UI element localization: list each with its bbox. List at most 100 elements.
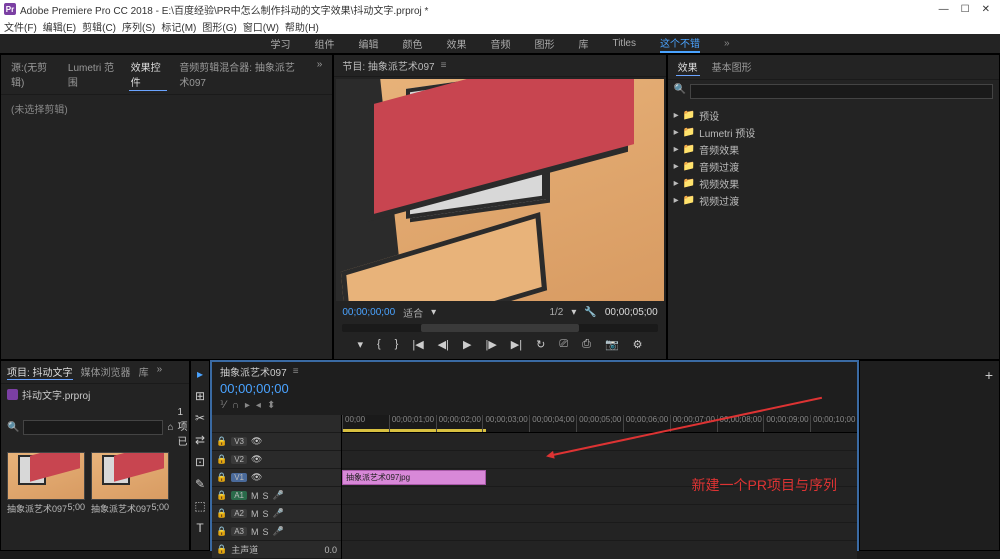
tab-library[interactable]: 库 [139,364,149,380]
menu-edit[interactable]: 编辑(E) [43,19,76,34]
export-frame-icon[interactable]: ⎙ [582,338,591,351]
app-icon: Pr [4,3,16,15]
selection-tool-icon[interactable]: ▸ [197,367,203,381]
add-button[interactable]: + [985,367,993,383]
bin-item[interactable]: 抽象派艺术0975;00 [7,452,85,515]
tab-effect-controls[interactable]: 效果控件 [129,58,168,91]
tl-opt-marker[interactable]: ▸ [245,400,250,411]
ws-edit[interactable]: 编辑 [358,36,378,51]
mic-icon: 🎤 [273,508,284,519]
fx-audio-effects[interactable]: ▸📁音频效果 [674,141,993,158]
track-a3[interactable]: 🔒A3MS🎤 [212,523,341,541]
track-v1[interactable]: 🔒V1👁 [212,469,341,487]
ws-learn[interactable]: 学习 [270,36,290,51]
go-out-icon[interactable]: ▶| [511,338,522,351]
menu-graphics[interactable]: 图形(G) [202,19,236,34]
extract-icon[interactable]: ⎚ [559,338,568,351]
fx-audio-trans[interactable]: ▸📁音频过渡 [674,158,993,175]
fx-video-effects[interactable]: ▸📁视频效果 [674,175,993,192]
ws-titles[interactable]: Titles [612,38,636,49]
track-a2[interactable]: 🔒A2MS🎤 [212,505,341,523]
eye-icon: 👁 [251,454,262,465]
time-ruler[interactable]: 00;00 00;00;01;00 00;00;02;00 00;00;03;0… [342,415,857,433]
in-point-icon[interactable]: { [377,338,381,351]
track-a1[interactable]: 🔒A1MS🎤 [212,487,341,505]
razor-tool-icon[interactable]: ⇄ [195,433,205,447]
timeline-tracks[interactable]: 00;00 00;00;01;00 00;00;02;00 00;00;03;0… [342,415,857,559]
menu-help[interactable]: 帮助(H) [285,19,319,34]
search-icon: 🔍 [7,422,19,433]
ws-graphics[interactable]: 图形 [534,36,554,51]
lock-icon: 🔒 [216,436,227,447]
effects-search-input[interactable] [690,84,993,99]
tab-audio-clip-mixer[interactable]: 音频剪辑混合器: 抽象派艺术097 [177,58,304,91]
panel-menu-icon[interactable]: » [157,364,163,380]
ripple-tool-icon[interactable]: ✂ [195,411,205,425]
marker-icon[interactable]: ▾ [357,338,363,351]
bin-item[interactable]: 抽象派艺术0975;00 [91,452,169,515]
ws-assembly[interactable]: 组件 [314,36,334,51]
menu-file[interactable]: 文件(F) [4,19,37,34]
program-menu-icon[interactable]: ≡ [441,60,447,71]
hand-tool-icon[interactable]: ⬚ [194,499,205,513]
program-panel: 节目: 抽象派艺术097 ≡ 00;00;00;00 适合 ▾ 1/2 ▾ 🔧 … [333,54,666,360]
track-v3[interactable]: 🔒V3👁 [212,433,341,451]
ws-overflow-icon[interactable]: » [724,38,730,49]
tl-opt-link[interactable]: ∩ [232,400,239,411]
program-fit[interactable]: 适合 [403,305,423,320]
tl-opt-wrench[interactable]: ⬍ [267,400,275,411]
menu-clip[interactable]: 剪辑(C) [82,19,116,34]
step-back-icon[interactable]: ◀| [438,338,449,351]
seq-menu-icon[interactable]: ≡ [293,366,299,377]
program-resolution[interactable]: 1/2 [549,307,563,318]
fx-lumetri[interactable]: ▸📁Lumetri 预设 [674,124,993,141]
tl-opt-settings[interactable]: ◂ [256,400,261,411]
tab-essential-graphics[interactable]: 基本图形 [710,58,754,76]
fx-video-trans[interactable]: ▸📁视频过渡 [674,192,993,209]
tab-source-noclip[interactable]: 源:(无剪辑) [9,58,56,91]
program-monitor[interactable] [336,79,663,301]
tab-lumetri-scopes[interactable]: Lumetri 范围 [66,58,119,91]
pen-tool-icon[interactable]: ✎ [195,477,205,491]
ws-active[interactable]: 这个不错 [660,35,700,53]
maximize-icon[interactable]: ☐ [961,4,970,15]
step-fwd-icon[interactable]: |▶ [485,338,496,351]
lift-icon[interactable]: ↻ [536,338,545,351]
track-select-tool-icon[interactable]: ⊞ [195,389,205,403]
wrench-icon[interactable]: 🔧 [584,307,596,318]
program-tc-right: 00;00;05;00 [605,307,658,318]
track-master[interactable]: 🔒主声道0.0 [212,541,341,559]
program-tc-left[interactable]: 00;00;00;00 [342,307,395,318]
folder-icon: 📁 [683,195,695,206]
filter-icon[interactable]: ⌂ [167,422,173,433]
minimize-icon[interactable]: — [939,4,949,15]
program-scrubber[interactable] [342,324,657,332]
slip-tool-icon[interactable]: ⊡ [195,455,205,469]
menu-sequence[interactable]: 序列(S) [122,19,155,34]
tab-media-browser[interactable]: 媒体浏览器 [81,364,131,380]
panel-menu-icon[interactable]: » [315,58,325,91]
track-v2[interactable]: 🔒V2👁 [212,451,341,469]
tl-opt-snap[interactable]: ⅟ [220,400,226,411]
close-icon[interactable]: ✕ [982,4,990,15]
timeline-timecode[interactable]: 00;00;00;00 [212,381,857,400]
ws-effects[interactable]: 效果 [446,36,466,51]
audio-meters-panel: + [859,360,1000,551]
settings-icon[interactable]: ⚙ [633,338,643,351]
out-point-icon[interactable]: } [395,338,399,351]
sequence-name[interactable]: 抽象派艺术097 [220,364,287,379]
project-search-input[interactable] [23,420,163,435]
menu-window[interactable]: 窗口(W) [243,19,279,34]
type-tool-icon[interactable]: T [196,521,203,535]
tab-effects[interactable]: 效果 [676,58,700,76]
go-in-icon[interactable]: |◀ [412,338,423,351]
menu-marker[interactable]: 标记(M) [161,19,196,34]
ws-audio[interactable]: 音频 [490,36,510,51]
ws-color[interactable]: 颜色 [402,36,422,51]
ws-library[interactable]: 库 [578,36,588,51]
play-icon[interactable]: ▶ [463,338,471,351]
camera-icon[interactable]: 📷 [605,338,619,351]
fx-presets[interactable]: ▸📁预设 [674,107,993,124]
clip-v1[interactable]: 抽象派艺术097jpg [342,470,486,485]
tab-project[interactable]: 项目: 抖动文字 [7,364,73,380]
